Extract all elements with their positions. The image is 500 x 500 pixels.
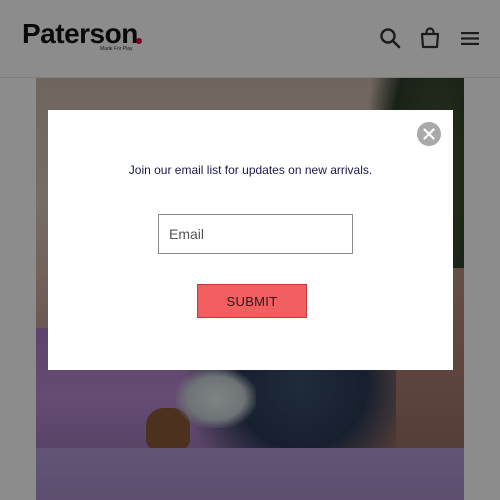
- close-button[interactable]: [417, 122, 441, 146]
- email-field[interactable]: [158, 214, 353, 254]
- newsletter-modal: Join our email list for updates on new a…: [48, 110, 453, 370]
- newsletter-message: Join our email list for updates on new a…: [128, 163, 373, 177]
- submit-button[interactable]: SUBMIT: [197, 284, 307, 318]
- close-icon: [423, 128, 435, 140]
